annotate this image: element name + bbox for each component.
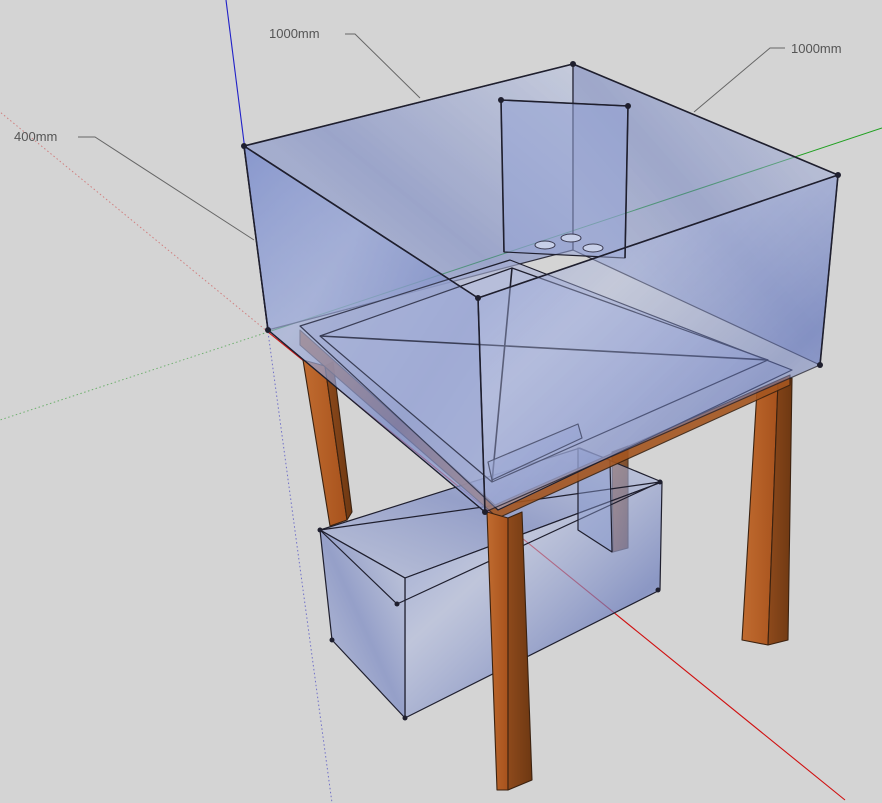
green-axis-dotted: [0, 331, 269, 421]
dimension-front-width: 1000mm: [269, 26, 320, 41]
dimension-height: 400mm: [14, 129, 57, 144]
front-right-leg[interactable]: [741, 377, 793, 646]
leader-height: [78, 136, 255, 241]
leader-side-depth: [693, 47, 785, 113]
3d-model-viewport[interactable]: 1000mm 1000mm 400mm: [0, 0, 882, 803]
overflow-box: [500, 99, 629, 259]
dimension-side-depth: 1000mm: [791, 41, 842, 56]
leader-front-width: [345, 33, 421, 99]
red-axis-dotted: [0, 111, 269, 333]
